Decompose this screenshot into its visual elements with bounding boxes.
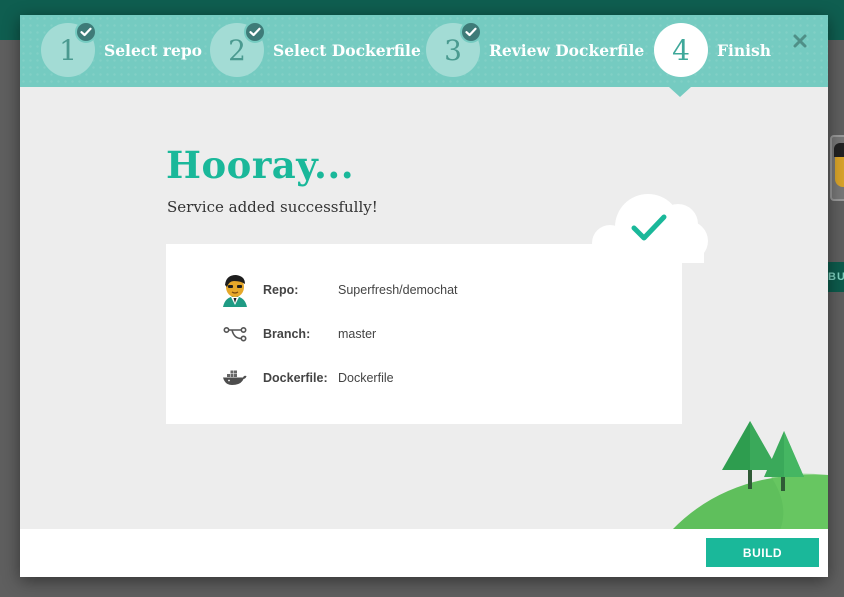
detail-row-repo: Repo: Superfresh/demochat [218, 273, 458, 307]
modal-footer: BUILD [20, 529, 828, 577]
close-icon[interactable] [789, 30, 811, 52]
step-number: 2 [210, 21, 266, 77]
success-headline: Hooray... [166, 143, 355, 187]
dockerfile-value: Dockerfile [338, 371, 394, 385]
repo-value: Superfresh/demochat [338, 283, 458, 297]
detail-key: Branch: [263, 327, 311, 341]
step-select-dockerfile[interactable]: 2 Select Dockerfile [210, 21, 421, 77]
detail-key: Repo: [263, 283, 299, 297]
step-label: Select repo [104, 40, 203, 60]
check-icon [460, 21, 482, 43]
check-icon [75, 21, 97, 43]
step-finish[interactable]: 4 Finish [654, 23, 771, 77]
step-select-repo[interactable]: 1 Select repo [41, 21, 203, 77]
branch-value: master [338, 327, 377, 341]
service-details-card: Repo: Superfresh/demochat Branch: master [166, 244, 682, 424]
check-icon [244, 21, 266, 43]
success-message: Service added successfully! [167, 198, 378, 216]
branch-icon [218, 317, 252, 351]
step-label: Review Dockerfile [489, 40, 645, 60]
repo-avatar-icon [218, 273, 252, 307]
background-build-button: BUILD [826, 262, 844, 292]
docker-whale-icon [218, 361, 252, 395]
step-number: 4 [654, 23, 708, 77]
detail-key: Dockerfile: [263, 371, 328, 385]
active-step-pointer [669, 87, 691, 97]
hill-trees-illustration [660, 415, 828, 530]
wizard-steps: 1 Select repo 2 Select Dockerfile 3 Revi… [20, 15, 828, 87]
build-button[interactable]: BUILD [706, 538, 819, 567]
step-number: 1 [41, 21, 97, 77]
detail-row-dockerfile: Dockerfile: Dockerfile [218, 361, 394, 395]
background-avatar [830, 135, 844, 201]
step-number: 3 [426, 21, 482, 77]
step-review-dockerfile[interactable]: 3 Review Dockerfile [426, 21, 645, 77]
step-label: Finish [717, 40, 772, 60]
detail-row-branch: Branch: master [218, 317, 376, 351]
step-label: Select Dockerfile [273, 40, 421, 60]
add-service-modal: 1 Select repo 2 Select Dockerfile 3 Revi… [20, 15, 828, 577]
